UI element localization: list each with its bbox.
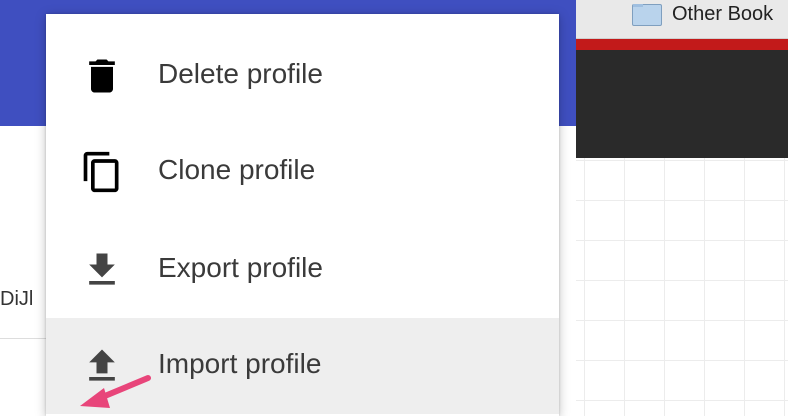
menu-item-label: Import profile bbox=[158, 348, 322, 379]
accent-strip bbox=[576, 39, 788, 50]
menu-item-export-profile[interactable]: Export profile bbox=[46, 222, 559, 318]
left-panel-divider bbox=[0, 338, 46, 339]
grid-panel bbox=[576, 158, 788, 416]
annotation-arrow-icon bbox=[80, 375, 151, 408]
menu-item-delete-profile[interactable]: Delete profile bbox=[46, 28, 559, 124]
menu-item-label: Export profile bbox=[158, 252, 323, 283]
left-panel-text: DiJl bbox=[0, 288, 34, 310]
menu-item-clone-profile[interactable]: Clone profile bbox=[46, 124, 559, 220]
bookmarks-bar: Other Book bbox=[576, 0, 788, 39]
left-panel bbox=[0, 126, 46, 416]
bookmark-other-bookmarks[interactable]: Other Book bbox=[672, 3, 773, 26]
dark-panel bbox=[576, 50, 788, 158]
menu-item-label: Delete profile bbox=[158, 58, 323, 89]
trash-icon bbox=[89, 59, 115, 93]
menu-item-label: Clone profile bbox=[158, 154, 316, 185]
folder-icon bbox=[632, 4, 662, 26]
copy-icon bbox=[83, 151, 119, 193]
profile-context-menu: Delete profile Clone profile Export prof… bbox=[46, 14, 559, 416]
download-icon bbox=[89, 253, 115, 285]
